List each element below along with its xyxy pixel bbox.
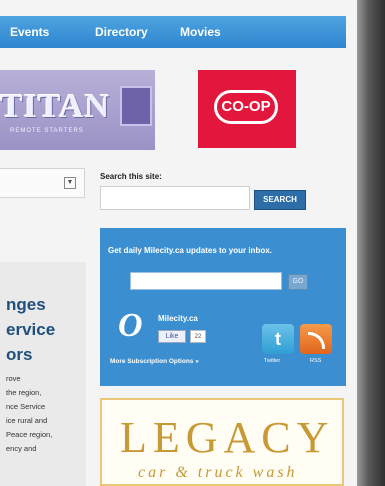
- titan-tagline: REMOTE STARTERS: [10, 128, 84, 134]
- coop-logo: CO-OP: [214, 90, 278, 124]
- legacy-ad-banner[interactable]: LEGACY car & truck wash: [100, 398, 344, 486]
- nav-directory[interactable]: Directory: [95, 25, 148, 39]
- news-headline[interactable]: nges ervice ors: [6, 292, 86, 367]
- twitter-icon[interactable]: t: [262, 324, 294, 354]
- titan-logo: TITAN: [0, 88, 111, 125]
- nav-movies[interactable]: Movies: [180, 25, 221, 39]
- milecity-logo-icon: O: [118, 307, 143, 344]
- category-select[interactable]: ▼: [0, 168, 85, 198]
- search-input[interactable]: [100, 186, 250, 210]
- titan-emblem-icon: [120, 86, 152, 126]
- twitter-label: Twitter: [264, 358, 281, 364]
- chevron-down-icon: ▼: [64, 177, 76, 189]
- nav-events[interactable]: Events: [10, 25, 49, 39]
- subscription-options-link[interactable]: More Subscription Options »: [110, 358, 199, 365]
- news-sidebar: nges ervice ors rove the region, nce Ser…: [0, 262, 86, 486]
- titan-ad-banner[interactable]: TITAN REMOTE STARTERS: [0, 70, 155, 150]
- like-count: 22: [190, 330, 206, 343]
- coop-logo-text: CO-OP: [221, 98, 271, 115]
- legacy-subtitle: car & truck wash: [138, 464, 298, 481]
- rss-label: RSS: [310, 358, 322, 364]
- page: Events Directory Movies TITAN REMOTE STA…: [0, 0, 357, 486]
- go-button[interactable]: GO: [288, 274, 308, 290]
- browser-frame-edge: [357, 0, 385, 486]
- main-nav: Events Directory Movies: [0, 16, 346, 48]
- search-button[interactable]: SEARCH: [254, 190, 306, 210]
- rss-icon[interactable]: [300, 324, 332, 354]
- search-label: Search this site:: [100, 172, 162, 181]
- email-field[interactable]: [130, 272, 282, 290]
- newsletter-text: Get daily Milecity.ca updates to your in…: [108, 246, 272, 255]
- coop-ad-banner[interactable]: CO-OP: [198, 70, 296, 148]
- site-name: Milecity.ca: [158, 314, 198, 323]
- legacy-logo: LEGACY: [120, 413, 335, 462]
- facebook-like-button[interactable]: Like: [158, 330, 186, 343]
- newsletter-box: Get daily Milecity.ca updates to your in…: [100, 228, 346, 386]
- news-excerpt: rove the region, nce Service ice rural a…: [6, 374, 53, 453]
